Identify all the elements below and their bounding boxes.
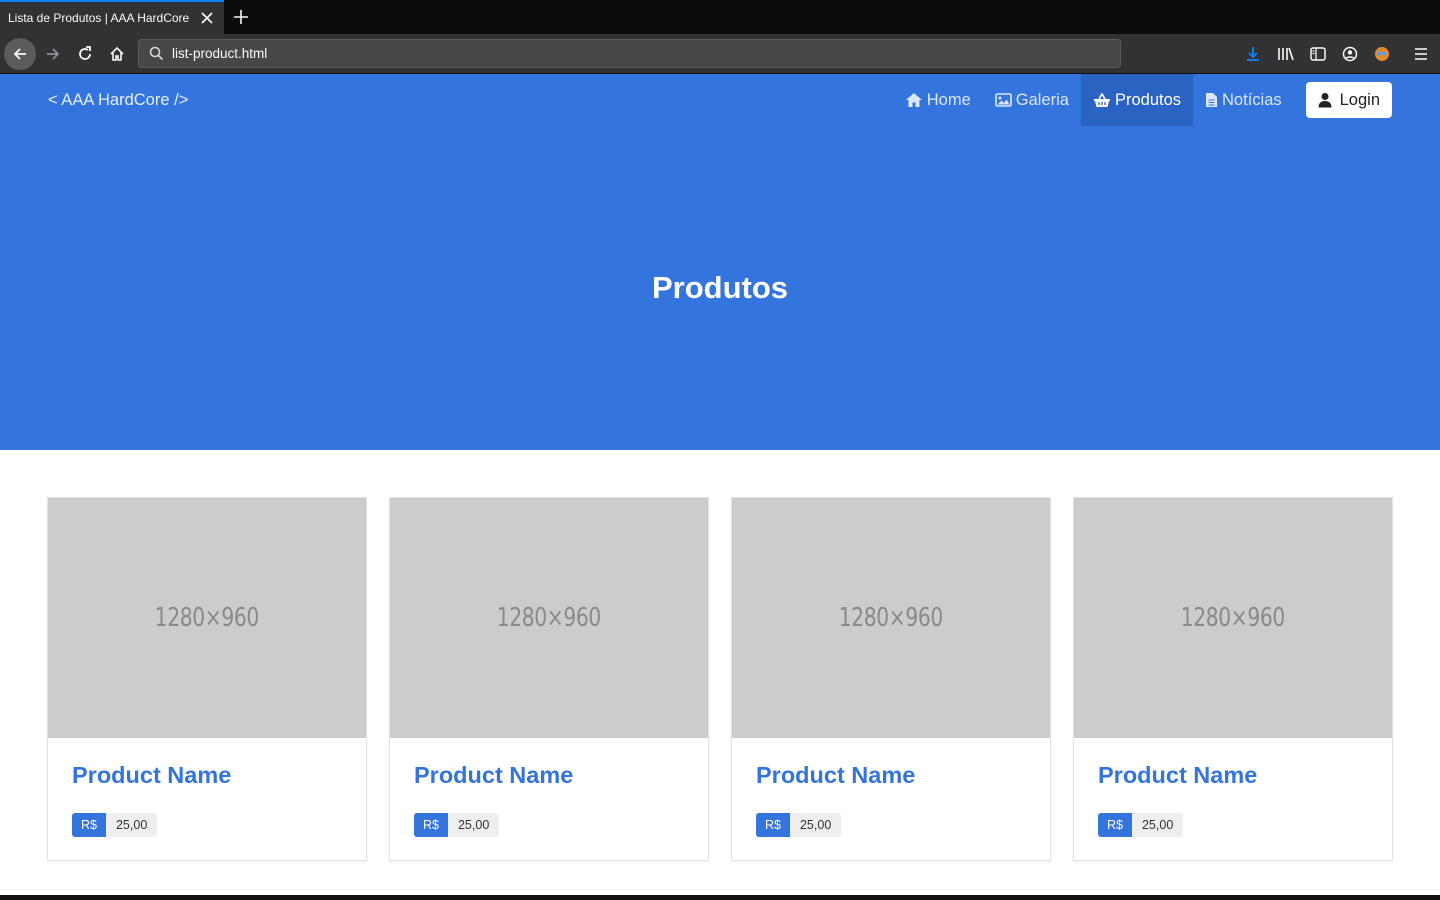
close-tab-icon[interactable]: [198, 9, 216, 27]
browser-toolbar: list-product.html: [0, 34, 1440, 74]
home-icon: [110, 46, 124, 61]
price-currency: R$: [414, 813, 448, 837]
home-button[interactable]: [101, 38, 133, 70]
product-image-placeholder[interactable]: 1280×960: [732, 498, 1050, 738]
account-icon[interactable]: [1338, 42, 1362, 66]
nav-item-label: Produtos: [1114, 90, 1182, 109]
site-brand[interactable]: < AAA HardCore />: [48, 91, 188, 110]
price-currency: R$: [72, 813, 106, 837]
login-button[interactable]: Login: [1305, 82, 1392, 118]
nav-item-label: Galeria: [1015, 90, 1069, 109]
product-name[interactable]: Product Name: [414, 762, 684, 789]
price-value: 25,00: [105, 813, 158, 837]
product-card[interactable]: 1280×960 Product Name R$ 25,00: [389, 497, 709, 861]
arrow-left-icon: [13, 48, 26, 60]
price-tag: R$ 25,00: [72, 813, 158, 837]
hero-section: < AAA HardCore /> Home Galeria Produtos …: [0, 74, 1440, 450]
search-icon: [149, 46, 164, 61]
price-value: 25,00: [789, 813, 842, 837]
price-currency: R$: [1098, 813, 1132, 837]
image-size-label: 1280×960: [838, 603, 944, 633]
product-card[interactable]: 1280×960 Product Name R$ 25,00: [731, 497, 1051, 861]
download-icon[interactable]: [1241, 42, 1265, 66]
nav-item-label: Home: [926, 90, 971, 109]
library-icon[interactable]: [1274, 42, 1298, 66]
image-size-label: 1280×960: [1180, 603, 1286, 633]
nav-item-label: Notícias: [1222, 90, 1282, 109]
reload-icon: [79, 46, 91, 60]
product-name[interactable]: Product Name: [72, 762, 342, 789]
web-page: < AAA HardCore /> Home Galeria Produtos …: [0, 74, 1440, 900]
product-image-placeholder[interactable]: 1280×960: [1074, 498, 1392, 738]
arrow-right-icon: [47, 48, 60, 60]
document-icon: [1206, 93, 1218, 107]
tab-title: Lista de Produtos | AAA HardCore: [8, 11, 190, 25]
basket-icon: [1093, 92, 1110, 107]
product-image-placeholder[interactable]: 1280×960: [390, 498, 708, 738]
price-value: 25,00: [447, 813, 500, 837]
product-image-placeholder[interactable]: 1280×960: [48, 498, 366, 738]
new-tab-icon[interactable]: [228, 4, 254, 30]
product-name[interactable]: Product Name: [756, 762, 1026, 789]
product-name[interactable]: Product Name: [1098, 762, 1368, 789]
back-button[interactable]: [4, 38, 36, 70]
extension-icon[interactable]: [1370, 42, 1394, 66]
nav-item-galeria[interactable]: Galeria: [983, 74, 1081, 126]
price-tag: R$ 25,00: [1098, 813, 1184, 837]
product-list: 1280×960 Product Name R$ 25,00 1280×960 …: [47, 497, 1393, 861]
price-tag: R$ 25,00: [756, 813, 842, 837]
nav-item-produtos[interactable]: Produtos: [1080, 74, 1194, 126]
image-size-label: 1280×960: [496, 603, 602, 633]
product-card[interactable]: 1280×960 Product Name R$ 25,00: [1073, 497, 1393, 861]
image-icon: [994, 93, 1012, 107]
footer-edge: [0, 895, 1440, 900]
page-title: Produtos: [651, 270, 789, 305]
url-bar[interactable]: list-product.html: [138, 39, 1121, 68]
browser-tabbar: Lista de Produtos | AAA HardCore: [0, 0, 1440, 34]
image-size-label: 1280×960: [154, 603, 260, 633]
sidebar-icon[interactable]: [1306, 42, 1330, 66]
product-card[interactable]: 1280×960 Product Name R$ 25,00: [47, 497, 367, 861]
login-label: Login: [1339, 90, 1380, 109]
user-icon: [1318, 93, 1332, 108]
forward-button[interactable]: [37, 38, 69, 70]
menu-icon[interactable]: [1409, 42, 1433, 66]
browser-tab[interactable]: Lista de Produtos | AAA HardCore: [0, 0, 224, 34]
price-tag: R$ 25,00: [414, 813, 500, 837]
site-nav: Home Galeria Produtos Notícias Login: [893, 74, 1392, 126]
home-icon: [905, 93, 922, 107]
price-value: 25,00: [1131, 813, 1184, 837]
url-text: list-product.html: [172, 46, 268, 61]
nav-item-home[interactable]: Home: [893, 74, 983, 126]
price-currency: R$: [756, 813, 790, 837]
reload-button[interactable]: [69, 38, 101, 70]
nav-item-noticias[interactable]: Notícias: [1193, 74, 1294, 126]
